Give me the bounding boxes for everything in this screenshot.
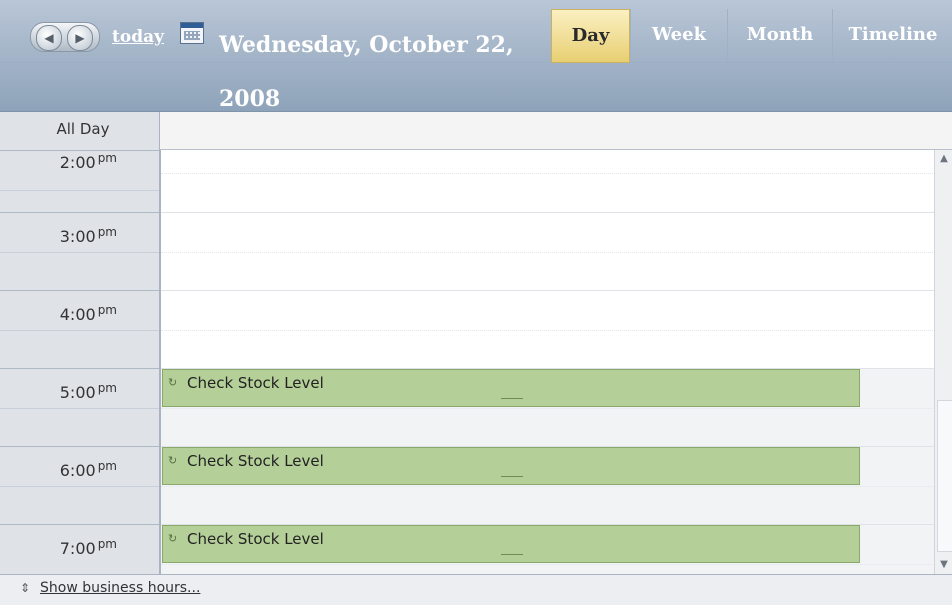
tab-day[interactable]: Day	[551, 9, 630, 63]
nav-button-group: ◀ ▶	[30, 22, 100, 52]
date-title: Wednesday, October 22, 2008	[219, 32, 514, 112]
all-day-row[interactable]	[160, 112, 952, 150]
event-check-stock-level[interactable]: ↻ Check Stock Level	[162, 447, 860, 485]
half-hour-divider	[0, 408, 159, 409]
event-title: Check Stock Level	[187, 530, 324, 548]
resize-handle[interactable]	[501, 476, 523, 477]
hour-label: 4:00 pm	[59, 303, 117, 324]
hour-row-4pm: 4:00 pm	[0, 290, 159, 369]
show-business-hours-link[interactable]: Show business hours...	[40, 580, 200, 596]
tab-month[interactable]: Month	[727, 9, 832, 61]
scroll-up-icon[interactable]: ▲	[935, 150, 952, 168]
hour-label: 3:00 pm	[59, 225, 117, 246]
event-check-stock-level[interactable]: ↻ Check Stock Level	[162, 525, 860, 563]
calendar-footer: ⇕ Show business hours...	[0, 574, 952, 605]
hour-row-3pm: 3:00 pm	[0, 212, 159, 291]
event-check-stock-level[interactable]: ↻ Check Stock Level	[162, 369, 860, 407]
grid-hour-slot[interactable]	[161, 150, 935, 212]
grid-hour-slot[interactable]	[161, 290, 935, 369]
hour-label: 5:00 pm	[59, 381, 117, 402]
event-title: Check Stock Level	[187, 374, 324, 392]
half-hour-divider	[0, 486, 159, 487]
vertical-scrollbar[interactable]: ▲ ▼	[934, 150, 952, 574]
hour-row-6pm: 6:00 pm	[0, 446, 159, 525]
event-title: Check Stock Level	[187, 452, 324, 470]
recurring-icon: ↻	[168, 454, 178, 467]
calendar-header: ◀ ▶ today Wednesday, October 22, 2008 Da…	[0, 0, 952, 112]
recurring-icon: ↻	[168, 532, 178, 545]
hour-label: 7:00 pm	[59, 537, 117, 558]
tab-timeline[interactable]: Timeline	[832, 9, 952, 61]
prev-arrow-icon[interactable]: ◀	[36, 25, 62, 51]
all-day-label: All Day	[56, 120, 110, 138]
hour-label: 6:00 pm	[59, 459, 117, 480]
grid-hour-slot[interactable]	[161, 212, 935, 291]
next-arrow-icon[interactable]: ▶	[67, 25, 93, 51]
scroll-thumb[interactable]	[937, 400, 952, 552]
hour-label: 2:00 pm	[59, 151, 117, 172]
tab-week[interactable]: Week	[630, 9, 727, 61]
scroll-down-icon[interactable]: ▼	[935, 556, 952, 574]
half-hour-divider	[0, 330, 159, 331]
resize-handle[interactable]	[501, 398, 523, 399]
day-grid[interactable]: ↻ Check Stock Level ↻ Check Stock Level …	[160, 150, 935, 574]
half-hour-divider	[0, 252, 159, 253]
resize-handle[interactable]	[501, 554, 523, 555]
today-link[interactable]: today	[112, 27, 164, 47]
half-hour-divider	[0, 190, 159, 191]
hour-row-5pm: 5:00 pm	[0, 368, 159, 447]
hour-row-7pm: 7:00 pm	[0, 524, 159, 575]
calendar-icon[interactable]	[180, 22, 204, 44]
expand-collapse-icon[interactable]: ⇕	[20, 581, 30, 595]
recurring-icon: ↻	[168, 376, 178, 389]
